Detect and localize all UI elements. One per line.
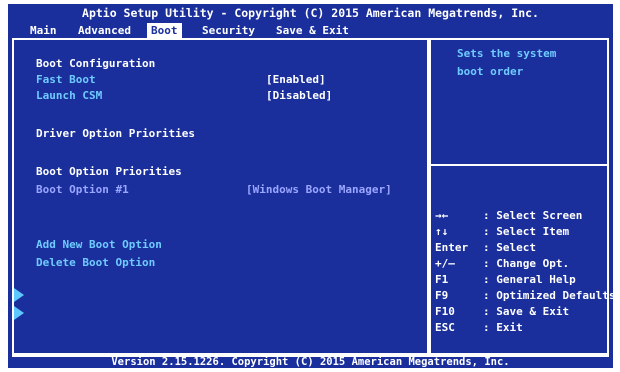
scroll-arrow-icon [14,288,24,302]
legend-key: Enter [435,241,469,254]
legend-key: ↑↓ [435,225,449,238]
settings-pane: Boot Configuration Fast Boot [Enabled] L… [14,40,427,353]
legend-key: F9 [435,289,449,302]
section-driver-option-priorities: Driver Option Priorities [36,127,195,140]
legend-row: F9 : Optimized Defaults [435,288,615,304]
menu-bar: Main Advanced Boot Security Save & Exit [8,22,613,38]
legend-row: →← : Select Screen [435,208,582,224]
fast-boot-label[interactable]: Fast Boot [36,72,96,88]
delete-boot-option[interactable]: Delete Boot Option [36,255,155,271]
legend-desc: : General Help [483,273,576,286]
legend-row: Enter : Select [435,240,536,256]
section-boot-option-priorities: Boot Option Priorities [36,165,182,178]
legend-desc: : Exit [483,321,523,334]
help-text-line-1: Sets the system [457,47,557,60]
add-new-boot-option[interactable]: Add New Boot Option [36,237,162,253]
title-bar: Aptio Setup Utility - Copyright (C) 2015… [82,6,539,20]
scroll-arrow-icon [14,306,24,320]
help-text-line-2: boot order [457,65,524,78]
launch-csm-value[interactable]: [Disabled] [266,88,332,104]
legend-desc: : Change Opt. [483,257,570,270]
tab-security[interactable]: Security [198,23,259,38]
legend-row: ↑↓ : Select Item [435,224,569,240]
legend-key: F1 [435,273,449,286]
legend-key: +/— [435,257,455,270]
legend-row: F10 : Save & Exit [435,304,569,320]
legend-desc: : Select [483,241,536,254]
legend-row: F1 : General Help [435,272,576,288]
section-boot-configuration: Boot Configuration [36,57,156,70]
footer-version: Version 2.15.1226. Copyright (C) 2015 Am… [111,357,510,368]
tab-save-exit[interactable]: Save & Exit [272,23,353,38]
tab-main[interactable]: Main [26,23,61,38]
help-pane: Sets the system boot order →← : Select Sc… [431,40,615,353]
legend-desc: : Select Screen [483,209,583,222]
legend-key: →← [435,209,449,222]
legend-desc: : Select Item [483,225,570,238]
launch-csm-label[interactable]: Launch CSM [36,88,102,104]
fast-boot-value[interactable]: [Enabled] [266,72,326,88]
main-panel: Boot Configuration Fast Boot [Enabled] L… [12,38,615,357]
legend-row: +/— : Change Opt. [435,256,569,272]
legend-key: F10 [435,305,455,318]
bios-screen: Aptio Setup Utility - Copyright (C) 2015… [8,4,615,368]
boot-option-1-label[interactable]: Boot Option #1 [36,182,129,198]
legend-row: ESC : Exit [435,320,523,336]
help-divider [431,164,607,166]
legend-desc: : Optimized Defaults [483,289,616,302]
legend-desc: : Save & Exit [483,305,570,318]
tab-boot[interactable]: Boot [147,23,182,38]
legend-key: ESC [435,321,455,334]
tab-advanced[interactable]: Advanced [74,23,135,38]
boot-option-1-value[interactable]: [Windows Boot Manager] [246,182,392,198]
